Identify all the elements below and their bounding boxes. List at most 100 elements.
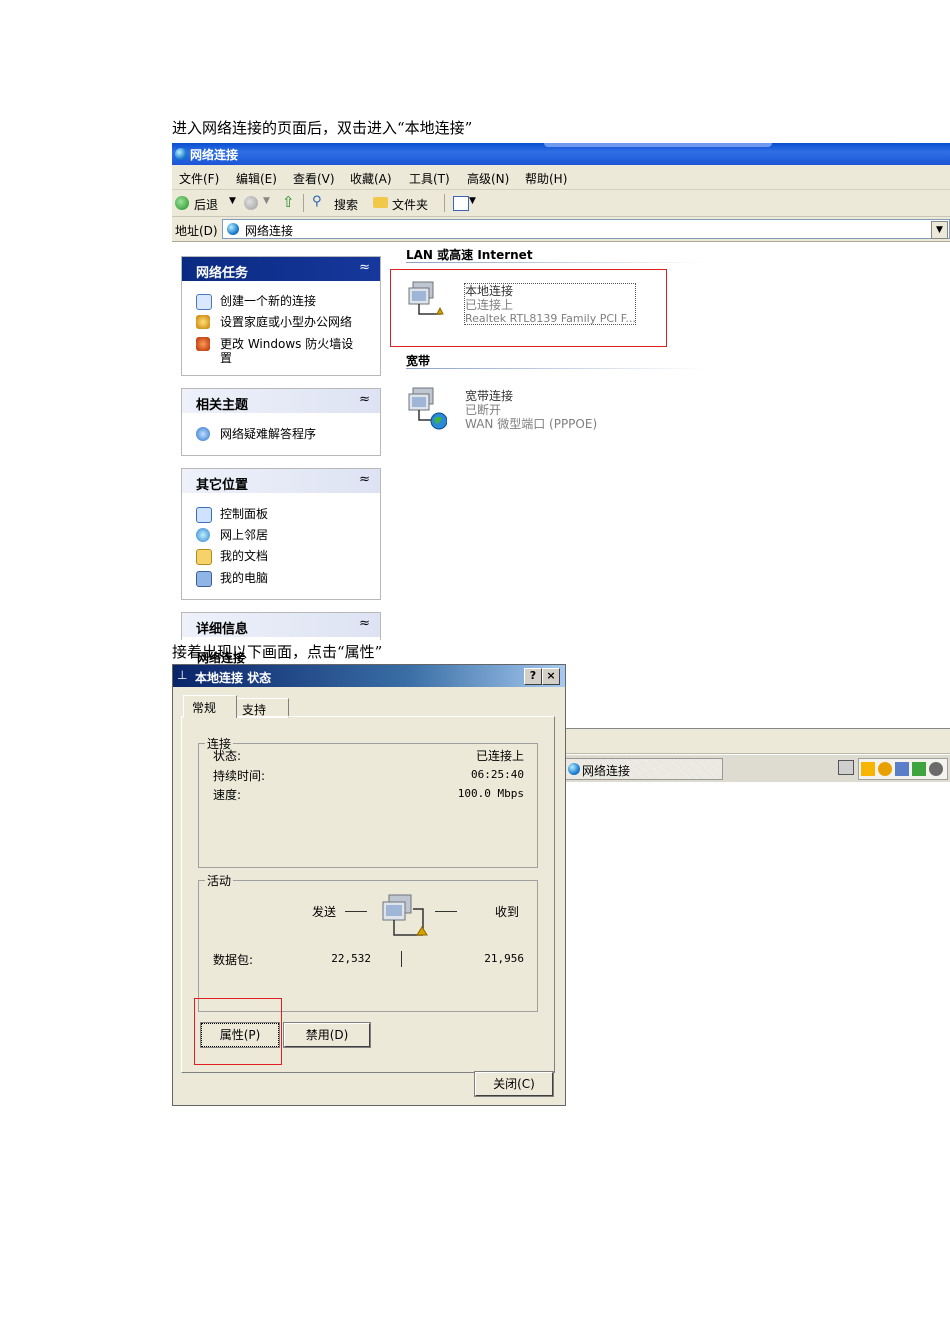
dialog-title-bar: ⊥ 本地连接 状态 ? × [173, 665, 565, 687]
status-label: 状态: [213, 749, 242, 763]
up-folder-icon[interactable]: ⇧ [282, 193, 295, 211]
topic-troubleshooter[interactable]: 网络疑难解答程序 [220, 427, 316, 441]
address-dropdown-icon[interactable]: ▼ [931, 221, 948, 239]
network-tasks-header[interactable]: 网络任务 ≈ [182, 257, 380, 281]
search-button[interactable]: 搜索 [334, 196, 358, 213]
caption-1: 进入网络连接的页面后，双击进入“本地连接” [172, 119, 473, 137]
taskbar-button[interactable]: 网络连接 [565, 758, 723, 780]
tray-network-icon[interactable] [895, 762, 909, 776]
highlight-box [390, 269, 667, 347]
menu-favorites[interactable]: 收藏(A) [350, 170, 392, 187]
broadband-section-title: 宽带 [406, 354, 431, 368]
taskbar-fragment: 网络连接 [564, 728, 950, 783]
other-places-header[interactable]: 其它位置 ≈ [182, 469, 380, 493]
network-connections-window: 网络连接 文件(F) 编辑(E) 查看(V) 收藏(A) 工具(T) 高级(N)… [172, 143, 950, 640]
status-value: 已连接上 [475, 749, 524, 763]
task-firewall[interactable]: 更改 Windows 防火墙设置 [220, 337, 355, 365]
menu-help[interactable]: 帮助(H) [525, 170, 567, 187]
tray-clock-icon[interactable] [929, 762, 943, 776]
back-button[interactable]: 后退 [194, 196, 218, 213]
forward-arrow-icon[interactable] [244, 196, 258, 210]
task-home-network[interactable]: 设置家庭或小型办公网络 [220, 315, 352, 329]
help-button[interactable]: ? [524, 668, 542, 685]
related-topics-title: 相关主题 [196, 398, 249, 413]
highlight-box [194, 998, 282, 1065]
views-icon[interactable] [453, 196, 469, 211]
section-divider [406, 262, 706, 263]
lan-section-title: LAN 或高速 Internet [406, 248, 533, 262]
window-title: 网络连接 [190, 148, 239, 162]
taskbar-button-label: 网络连接 [582, 764, 631, 778]
menu-edit[interactable]: 编辑(E) [236, 170, 277, 187]
network-places-icon [196, 528, 210, 542]
menu-tools[interactable]: 工具(T) [409, 170, 450, 187]
toolbar-divider-2 [444, 194, 445, 212]
network-tasks-title: 网络任务 [196, 266, 249, 281]
broadband-connection-name[interactable]: 宽带连接 [465, 389, 513, 403]
back-arrow-icon[interactable] [175, 196, 189, 210]
activity-group [198, 880, 538, 1012]
address-bar: 地址(D) 网络连接 ▼ [172, 217, 950, 242]
place-network-neighborhood[interactable]: 网上邻居 [220, 528, 268, 542]
toolbar: 后退 ▼ ▼ ⇧ ⚲ 搜索 文件夹 ▼ [172, 190, 950, 217]
place-control-panel[interactable]: 控制面板 [220, 507, 268, 521]
sent-line [345, 911, 367, 912]
related-topics-header[interactable]: 相关主题 ≈ [182, 389, 380, 413]
views-dropdown-icon[interactable]: ▼ [469, 196, 476, 206]
close-x-button[interactable]: × [542, 668, 560, 685]
packets-sent-value: 22,532 [331, 952, 371, 965]
menu-bar: 文件(F) 编辑(E) 查看(V) 收藏(A) 工具(T) 高级(N) 帮助(H… [172, 165, 950, 190]
other-places-panel: 其它位置 ≈ 控制面板 网上邻居 我的文档 我的电脑 [181, 468, 381, 600]
qq-icon[interactable] [878, 762, 892, 776]
tab-support[interactable]: 支持 [235, 698, 289, 718]
taskbar: 网络连接 [564, 754, 950, 782]
menu-advanced[interactable]: 高级(N) [467, 170, 509, 187]
details-title: 详细信息 [196, 622, 249, 637]
folder-icon[interactable] [373, 197, 388, 208]
place-my-documents[interactable]: 我的文档 [220, 549, 268, 563]
home-network-icon [196, 315, 210, 329]
network-activity-icon [382, 894, 428, 936]
address-input[interactable]: 网络连接 ▼ [222, 219, 950, 239]
taskbar-top-strip [564, 728, 950, 754]
details-header[interactable]: 详细信息 ≈ [182, 613, 380, 637]
received-label: 收到 [495, 905, 520, 919]
network-tasks-panel: 网络任务 ≈ 创建一个新的连接 设置家庭或小型办公网络 更改 Windows 防… [181, 256, 381, 376]
forward-dropdown-icon[interactable]: ▼ [263, 196, 270, 206]
new-connection-icon [196, 294, 212, 310]
collapse-chevron-icon[interactable]: ≈ [359, 392, 370, 407]
tab-general[interactable]: 常规 [183, 695, 237, 718]
close-button[interactable]: 关闭(C) [474, 1071, 554, 1097]
my-computer-icon [196, 571, 212, 587]
broadband-connection-device: WAN 微型端口 (PPPOE) [465, 417, 598, 431]
printer-icon[interactable] [838, 760, 854, 775]
menu-file[interactable]: 文件(F) [179, 170, 219, 187]
broadband-connection-icon[interactable] [407, 386, 447, 430]
tab-general-label: 常规 [192, 701, 217, 715]
tray-app-icon[interactable] [861, 762, 875, 776]
lan-icon: ⊥ [177, 668, 188, 682]
other-places-title: 其它位置 [196, 478, 249, 493]
network-icon [227, 223, 239, 235]
activity-legend: 活动 [205, 872, 234, 889]
folders-button[interactable]: 文件夹 [392, 196, 428, 213]
info-icon [196, 427, 210, 441]
menu-view[interactable]: 查看(V) [293, 170, 335, 187]
collapse-chevron-icon[interactable]: ≈ [359, 616, 370, 631]
address-label: 地址(D) [175, 224, 218, 238]
disable-button[interactable]: 禁用(D) [283, 1022, 371, 1048]
title-bar: 网络连接 [172, 143, 950, 165]
details-panel: 详细信息 ≈ [181, 612, 381, 640]
firewall-icon [196, 337, 210, 351]
search-icon[interactable]: ⚲ [312, 194, 322, 209]
received-line [435, 911, 457, 912]
collapse-chevron-icon[interactable]: ≈ [359, 472, 370, 487]
place-my-computer[interactable]: 我的电脑 [220, 571, 268, 585]
control-panel-icon [196, 507, 212, 523]
back-dropdown-icon[interactable]: ▼ [229, 196, 236, 206]
my-documents-icon [196, 549, 212, 565]
collapse-chevron-icon[interactable]: ≈ [359, 260, 370, 275]
packets-divider [401, 951, 402, 967]
task-create-connection[interactable]: 创建一个新的连接 [220, 294, 316, 308]
tray-green-icon[interactable] [912, 762, 926, 776]
